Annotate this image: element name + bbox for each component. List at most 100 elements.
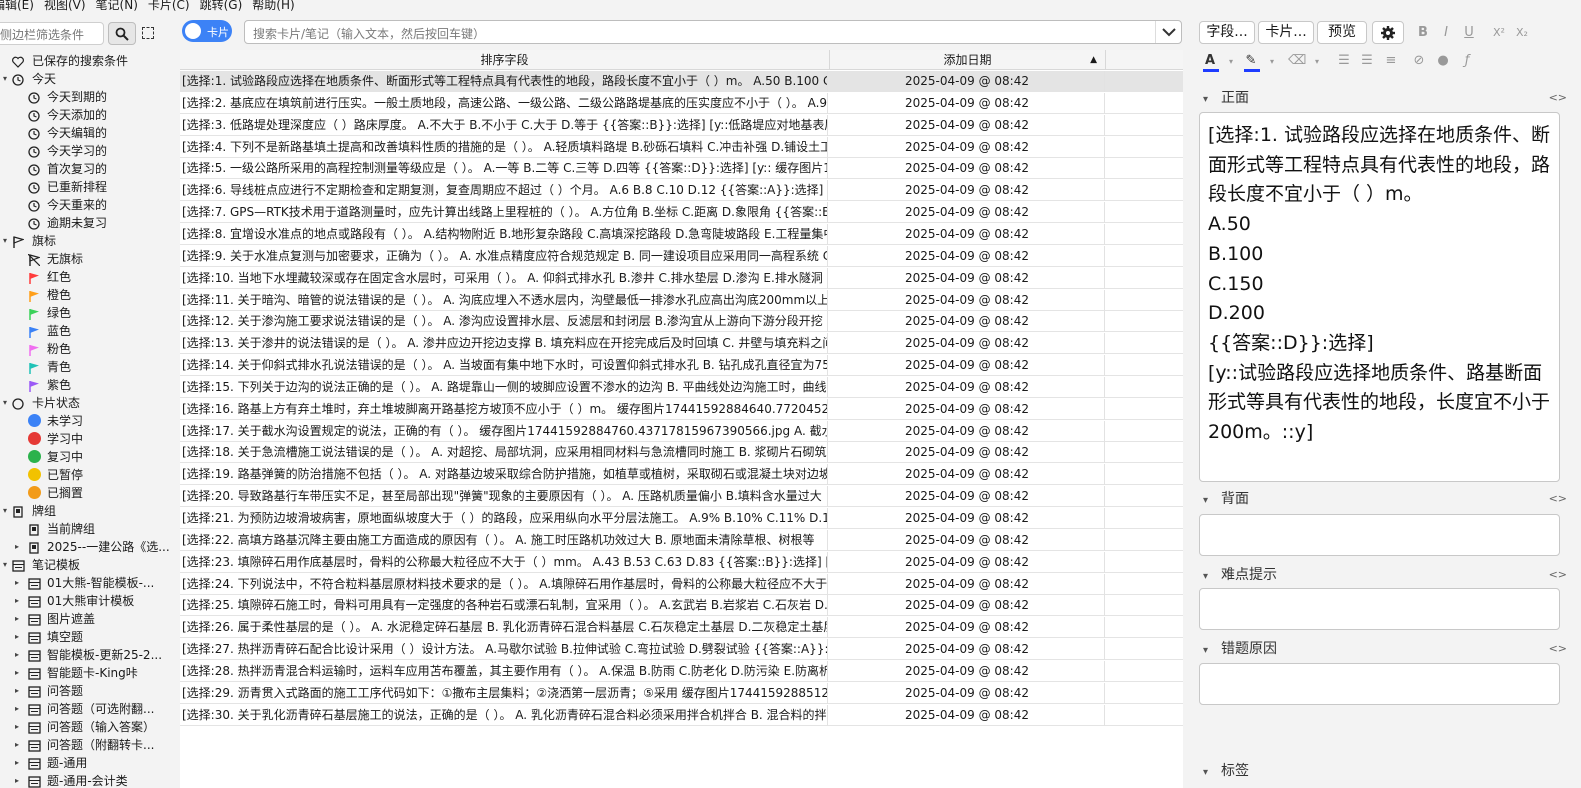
sidebar-item[interactable]: 首次复习的 <box>0 160 172 178</box>
superscript-icon[interactable]: X² <box>1490 24 1508 42</box>
sidebar-item[interactable]: 当前牌组 <box>0 520 172 538</box>
chevron-right-icon[interactable]: ▸ <box>12 718 22 736</box>
sidebar-item[interactable]: 橙色 <box>0 286 172 304</box>
sidebar-item[interactable]: ▾ 旗标 <box>0 232 172 250</box>
text-color-icon[interactable]: A <box>1201 52 1219 70</box>
sidebar-item[interactable]: ▾ 牌组 <box>0 502 172 520</box>
menu-view[interactable]: 视图(V) <box>44 0 86 12</box>
sidebar-item[interactable]: 今天学习的 <box>0 142 172 160</box>
sidebar-item[interactable]: 已保存的搜索条件 <box>0 52 172 70</box>
sidebar-item[interactable]: 已暂停 <box>0 466 172 484</box>
fields-button[interactable]: 字段... <box>1199 21 1255 44</box>
table-row[interactable]: [选择:21. 为预防边坡滑坡病害，原地面纵坡度大于（ ）的路段，应采用纵向水平… <box>180 508 1183 529</box>
sidebar-item[interactable]: 红色 <box>0 268 172 286</box>
sidebar-item[interactable]: 蓝色 <box>0 322 172 340</box>
select-mode-icon[interactable] <box>142 27 154 39</box>
table-row[interactable]: [选择:6. 导线桩点应进行不定期检查和定期复测，复查周期应不超过（ ）个月。 … <box>180 180 1183 202</box>
sidebar-item[interactable]: ▾ 卡片状态 <box>0 394 172 412</box>
field-input[interactable] <box>1199 663 1560 705</box>
sidebar-search-button[interactable] <box>108 22 136 45</box>
chevron-down-icon[interactable]: ▾ <box>0 70 10 88</box>
bullet-list-icon[interactable]: ☰ <box>1335 52 1353 70</box>
sidebar-item[interactable]: 今天到期的 <box>0 88 172 106</box>
subscript-icon[interactable]: X₂ <box>1513 24 1531 42</box>
sidebar-item[interactable]: 今天编辑的 <box>0 124 172 142</box>
menu-cards[interactable]: 卡片(C) <box>148 0 190 12</box>
table-row[interactable]: [选择:13. 关于渗井的说法错误的是（ ）。 A. 渗井应边开挖边支撑 B. … <box>180 333 1183 355</box>
menu-notes[interactable]: 笔记(N) <box>96 0 138 12</box>
function-icon[interactable]: ƒ <box>1458 52 1476 70</box>
chevron-down-icon[interactable]: ▾ <box>1222 53 1240 71</box>
sidebar-item[interactable]: ▸ 01大熊审计模板 <box>0 592 172 610</box>
italic-icon[interactable]: I <box>1437 24 1455 42</box>
table-row[interactable]: [选择:26. 属于柔性基层的是（ ）。 A. 水泥稳定碎石基层 B. 乳化沥青… <box>180 617 1183 639</box>
table-row[interactable]: [选择:1. 试验路段应选择在地质条件、断面形式等工程特点具有代表性的地段，路段… <box>180 71 1183 92</box>
menu-edit[interactable]: 编辑(E) <box>0 0 34 12</box>
table-row[interactable]: [选择:25. 填隙碎石施工时，骨料可用具有一定强度的各种岩石或漂石轧制，宜采用… <box>180 595 1183 617</box>
sidebar-item[interactable]: 今天添加的 <box>0 106 172 124</box>
chevron-right-icon[interactable]: ▸ <box>12 736 22 754</box>
cards-notes-toggle[interactable]: 卡片 <box>182 20 232 42</box>
sidebar-item[interactable]: 逾期未复习 <box>0 214 172 232</box>
column-added-date[interactable]: 添加日期 ▲ <box>830 50 1106 70</box>
chevron-down-icon[interactable]: ▾ <box>0 232 10 250</box>
sidebar-item[interactable]: ▸ 问答题（输入答案） <box>0 718 172 736</box>
chevron-down-icon[interactable]: ▾ <box>0 502 10 520</box>
chevron-right-icon[interactable]: ▸ <box>12 592 22 610</box>
table-row[interactable]: [选择:27. 热拌沥青碎石配合比设计采用（ ）设计方法。 A.马歇尔试验 B.… <box>180 639 1183 661</box>
sidebar-item[interactable]: 已搁置 <box>0 484 172 502</box>
highlight-icon[interactable]: ✎ <box>1242 52 1260 70</box>
chevron-right-icon[interactable]: ▸ <box>12 700 22 718</box>
sidebar-item[interactable]: ▾ 笔记模板 <box>0 556 172 574</box>
table-row[interactable]: [选择:24. 下列说法中，不符合粒料基层原材料技术要求的是（ ）。 A.填隙碎… <box>180 573 1183 595</box>
sidebar-item[interactable]: ▸ 2025--一建公路《选... <box>0 538 172 556</box>
table-row[interactable]: [选择:7. GPS—RTK技术用于道路测量时，应先计算出线路上里程桩的（ ）。… <box>180 202 1183 224</box>
sidebar-item[interactable]: ▸ 智能题卡-King咔 <box>0 664 172 682</box>
attachment-icon[interactable]: ⊘ <box>1410 52 1428 70</box>
sidebar-filter-input[interactable]: 侧边栏筛选条件 <box>0 22 104 45</box>
sidebar-item[interactable]: 青色 <box>0 358 172 376</box>
search-input[interactable]: 搜索卡片/笔记（输入文本，然后按回车键） <box>244 20 1182 44</box>
table-row[interactable]: [选择:28. 热拌沥青混合料运输时，运料车应用苫布覆盖，其主要作用有（ ）。 … <box>180 660 1183 682</box>
field-header[interactable]: ▾ 难点提示 <box>1203 565 1277 585</box>
chevron-right-icon[interactable]: ▸ <box>12 646 22 664</box>
chevron-down-icon[interactable]: ▾ <box>0 556 10 574</box>
table-row[interactable]: [选择:29. 沥青贯入式路面的施工工序代码如下：①撒布主层集料；②浇洒第一层沥… <box>180 682 1183 704</box>
sidebar-item[interactable]: ▸ 问答题（可选附翻... <box>0 700 172 718</box>
table-row[interactable]: [选择:17. 关于截水沟设置规定的说法，正确的有（ ）。 缓存图片174415… <box>180 420 1183 442</box>
chevron-right-icon[interactable]: ▸ <box>12 610 22 628</box>
sidebar-item[interactable]: ▸ 填空题 <box>0 628 172 646</box>
search-history-dropdown[interactable] <box>1155 21 1181 43</box>
sidebar-item[interactable]: ▸ 智能模板-更新25-2... <box>0 646 172 664</box>
sidebar-item[interactable]: ▾ 今天 <box>0 70 172 88</box>
html-editor-toggle[interactable]: <> <box>1549 492 1567 505</box>
sidebar-item[interactable]: 今天重来的 <box>0 196 172 214</box>
chevron-down-icon[interactable]: ▾ <box>0 394 10 412</box>
field-header[interactable]: ▾ 正面 <box>1203 88 1249 108</box>
column-sort-field[interactable]: 排序字段 <box>180 50 830 70</box>
table-row[interactable]: [选择:10. 当地下水埋藏较深或存在固定含水层时，可采用（ ）。 A. 仰斜式… <box>180 267 1183 289</box>
table-row[interactable]: [选择:4. 下列不是新路基填土提高和改善填料性质的措施的是（ ）。 A.轻质填… <box>180 136 1183 158</box>
table-row[interactable]: [选择:22. 高填方路基沉降主要由施工方面造成的原因有（ ）。 A. 施工时压… <box>180 529 1183 551</box>
table-row[interactable]: [选择:23. 填隙碎石用作底基层时，骨料的公称最大粒径应不大于（ ）mm。 A… <box>180 551 1183 573</box>
table-row[interactable]: [选择:9. 关于水准点复测与加密要求，正确为（ ）。 A. 水准点精度应符合规… <box>180 245 1183 267</box>
tags-header[interactable]: ▾ 标签 <box>1203 761 1249 781</box>
sidebar-item[interactable]: 未学习 <box>0 412 172 430</box>
eraser-icon[interactable]: ⌫ <box>1288 52 1306 70</box>
table-row[interactable]: [选择:18. 关于急流槽施工说法错误的是（ ）。 A. 对超挖、局部坑洞，应采… <box>180 442 1183 464</box>
underline-icon[interactable]: U <box>1460 24 1478 42</box>
preview-button[interactable]: 预览 <box>1317 21 1367 44</box>
html-editor-toggle[interactable]: <> <box>1549 91 1567 104</box>
table-row[interactable]: [选择:15. 下列关于边沟的说法正确的是（ ）。 A. 路堤靠山一侧的坡脚应设… <box>180 376 1183 398</box>
sidebar-item[interactable]: 已重新排程 <box>0 178 172 196</box>
table-row[interactable]: [选择:3. 低路堤处理深度应（ ）路床厚度。 A.不大于 B.不小于 C.大于… <box>180 114 1183 136</box>
field-input[interactable] <box>1199 514 1560 556</box>
sidebar-item[interactable]: ▸ 问答题（附翻转卡... <box>0 736 172 754</box>
menu-help[interactable]: 帮助(H) <box>252 0 294 12</box>
chevron-down-icon[interactable]: ▾ <box>1308 53 1326 71</box>
table-row[interactable]: [选择:20. 导致路基行车带压实不足，甚至局部出现"弹簧"现象的主要原因有（ … <box>180 486 1183 508</box>
sidebar-item[interactable]: ▸ 图片遮盖 <box>0 610 172 628</box>
html-editor-toggle[interactable]: <> <box>1549 642 1567 655</box>
table-row[interactable]: [选择:19. 路基弹簧的防治措施不包括（ ）。 A. 对路基边坡采取综合防护措… <box>180 464 1183 486</box>
table-row[interactable]: [选择:8. 宜增设水准点的地点或路段有（ ）。 A.结构物附近 B.地形复杂路… <box>180 223 1183 245</box>
